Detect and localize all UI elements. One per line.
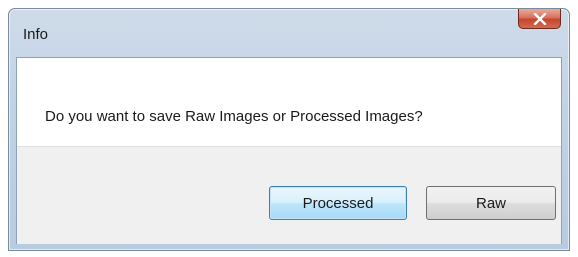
processed-button[interactable]: Processed: [269, 186, 407, 220]
dialog-client-area: Do you want to save Raw Images or Proces…: [16, 57, 562, 244]
close-button[interactable]: [518, 9, 561, 29]
info-dialog: Info Do you want to save Raw Images or P…: [8, 8, 570, 251]
message-area: Do you want to save Raw Images or Proces…: [17, 58, 561, 146]
close-icon: [533, 12, 547, 25]
button-bar: Processed Raw: [17, 146, 561, 244]
dialog-message: Do you want to save Raw Images or Proces…: [45, 108, 423, 125]
title-bar[interactable]: Info: [9, 9, 569, 57]
window-title: Info: [23, 26, 49, 43]
raw-button[interactable]: Raw: [426, 186, 556, 220]
